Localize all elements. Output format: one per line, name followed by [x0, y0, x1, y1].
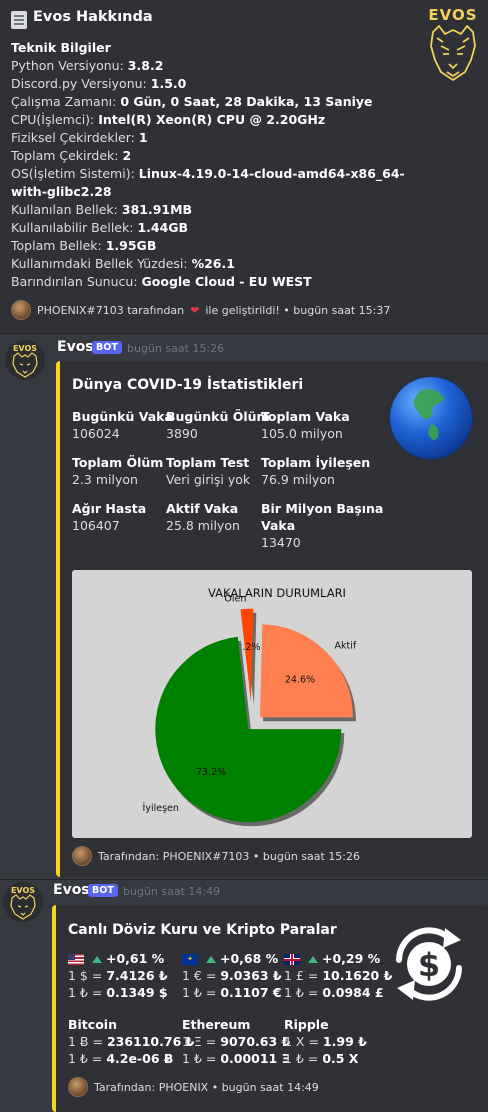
field-total-tests: Toplam Test Veri girişi yok — [166, 455, 251, 487]
field-total-cases: Toplam Vaka 105.0 milyon — [261, 409, 350, 441]
fx-embed-title: Canlı Döviz Kuru ve Kripto Paralar — [68, 922, 337, 938]
pie-label-active: Aktif — [335, 640, 357, 651]
info-row-python: Python Versiyonu: 3.8.2 — [11, 58, 164, 73]
fx-field-usd: +0,61 % 1 $ = 7.4126 ₺ 1 ₺ = 0.1349 $ — [68, 951, 168, 1000]
bot-username[interactable]: Evos — [53, 882, 90, 898]
fx-field-eur: ✦ +0,68 % 1 € = 9.0363 ₺ 1 ₺ = 0.1107 € — [182, 951, 282, 1000]
document-icon — [11, 11, 27, 29]
fx-field-ripple: Ripple 1 X = 1.99 ₺ 1 ₺ = 0.5 X — [284, 1017, 367, 1066]
pie-pct-label: 24.6% — [285, 674, 315, 685]
about-embed: Evos Hakkında Teknik Bilgiler Python Ver… — [0, 0, 488, 333]
info-row-available-mem: Kullanılabilir Bellek: 1.44GB — [11, 220, 189, 235]
field-today-cases: Bugünkü Vaka 106024 — [72, 409, 173, 441]
info-row-os-cont: with-glibc2.28 — [11, 184, 112, 199]
globe-icon — [390, 377, 472, 459]
covid-pie-chart[interactable]: VAKALARIN DURUMLARI 24.6% Aktif 2.2% Ölen 73… — [72, 570, 472, 838]
author-avatar[interactable] — [11, 300, 31, 320]
currency-exchange-icon: $ — [396, 927, 462, 1001]
info-row-total-cores: Toplam Çekirdek: 2 — [11, 148, 132, 163]
info-row-total-mem: Toplam Bellek: 1.95GB — [11, 238, 157, 253]
info-row-uptime: Çalışma Zamanı: 0 Gün, 0 Saat, 28 Dakika… — [11, 94, 373, 109]
about-body: Teknik Bilgiler Python Versiyonu: 3.8.2 … — [11, 39, 405, 291]
heart-icon: ❤ — [190, 303, 200, 317]
trend-up-icon — [206, 956, 216, 963]
pie-chart-svg: VAKALARIN DURUMLARI 24.6%Aktif2.2%Ölen73… — [143, 586, 357, 827]
message-timestamp: bugün saat 14:49 — [123, 885, 221, 898]
svg-text:$: $ — [418, 946, 440, 984]
field-active: Aktif Vaka 25.8 milyon — [166, 501, 240, 533]
bot-avatar[interactable]: EVOS — [5, 340, 45, 380]
covid-embed-title: Dünya COVID-19 İstatistikleri — [72, 377, 304, 393]
svg-text:EVOS: EVOS — [11, 886, 35, 895]
bot-username[interactable]: Evos — [57, 339, 94, 355]
us-flag-icon — [68, 954, 84, 965]
eu-flag-icon: ✦ — [182, 954, 198, 965]
pie-label-recovered: İyileşen — [143, 803, 179, 814]
field-today-deaths: Bugünkü Ölüm 3890 — [166, 409, 270, 441]
field-critical: Ağır Hasta 106407 — [72, 501, 147, 533]
info-row-mem-percent: Kullanımdaki Bellek Yüzdesi: %26.1 — [11, 256, 235, 271]
fx-field-gbp: +0,29 % 1 £ = 10.1620 ₺ 1 ₺ = 0.0984 £ — [284, 951, 393, 1000]
evos-tiger-logo: EVOS — [425, 6, 481, 82]
uk-flag-icon — [284, 954, 300, 965]
fx-embed-footer: Tarafından: PHOENIX • bugün saat 14:49 — [68, 1077, 319, 1097]
field-cases-per-million: Bir Milyon Başına Vaka 13470 — [261, 501, 384, 550]
pie-pct-label: 73.2% — [196, 767, 226, 778]
fx-field-bitcoin: Bitcoin 1 Ƀ = 236110.76 ₺ 1 ₺ = 4.2e-06 … — [68, 1017, 195, 1066]
author-avatar[interactable] — [72, 846, 92, 866]
trend-up-icon — [92, 956, 102, 963]
info-row-os: OS(İşletim Sistemi): Linux-4.19.0-14-clo… — [11, 166, 405, 181]
about-footer: PHOENIX#7103 tarafından ❤ ile geliştiril… — [11, 300, 390, 320]
field-total-deaths: Toplam Ölüm 2.3 milyon — [72, 455, 164, 487]
bot-tag: BOT — [88, 884, 118, 897]
fx-field-ethereum: Ethereum 1 Ξ = 9070.63 ₺ 1 ₺ = 0.00011 Ξ — [182, 1017, 291, 1066]
pie-label-dead: Ölen — [224, 594, 246, 605]
info-row-used-mem: Kullanılan Bellek: 381.91MB — [11, 202, 193, 217]
trend-up-icon — [308, 956, 318, 963]
message-timestamp: bugün saat 15:26 — [127, 342, 225, 355]
svg-text:EVOS: EVOS — [13, 344, 37, 353]
pie-slice-active — [259, 624, 353, 718]
covid-embed-footer: Tarafından: PHOENIX#7103 • bugün saat 15… — [72, 846, 360, 866]
author-avatar[interactable] — [68, 1077, 88, 1097]
info-row-cpu: CPU(İşlemci): Intel(R) Xeon(R) CPU @ 2.2… — [11, 112, 326, 127]
bot-tag: BOT — [92, 341, 122, 354]
field-total-recovered: Toplam İyileşen 76.9 milyon — [261, 455, 371, 487]
info-row-physical-cores: Fiziksel Çekirdekler: 1 — [11, 130, 148, 145]
about-title: Evos Hakkında — [33, 9, 153, 25]
bot-avatar[interactable]: EVOS — [3, 882, 43, 922]
info-row-host: Barındırılan Sunucu: Google Cloud - EU W… — [11, 274, 312, 289]
section-title: Teknik Bilgiler — [11, 40, 111, 55]
info-row-discordpy: Discord.py Versiyonu: 1.5.0 — [11, 76, 187, 91]
